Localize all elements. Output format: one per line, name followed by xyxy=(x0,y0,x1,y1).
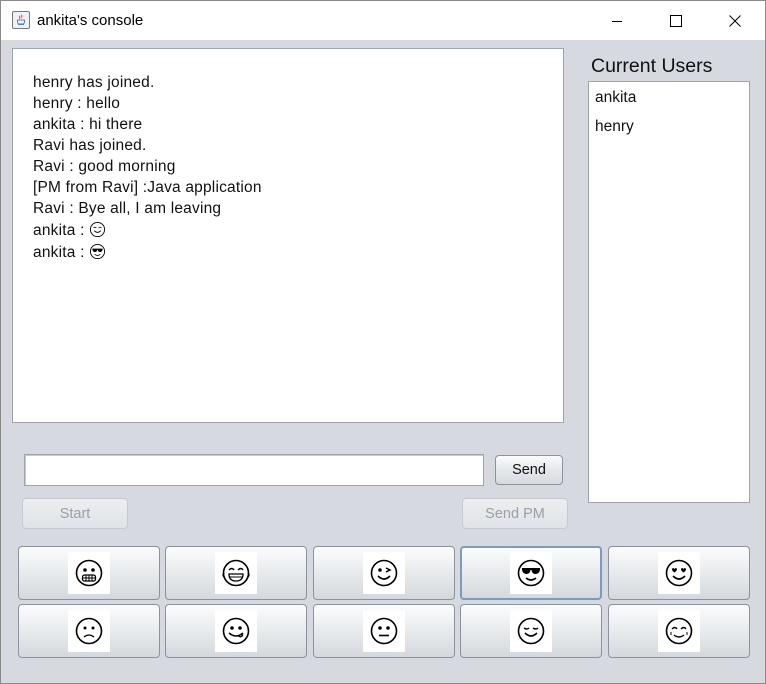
chat-line: ankita : xyxy=(33,221,106,243)
emoji-button[interactable] xyxy=(313,546,455,600)
grin-emoji-icon xyxy=(68,552,110,594)
maximize-icon xyxy=(670,14,682,27)
user-list-item[interactable]: ankita xyxy=(595,89,636,107)
sad-emoji-icon xyxy=(68,610,110,652)
chat-line: ankita : xyxy=(33,243,106,265)
current-users-label: Current Users xyxy=(591,55,713,77)
emoji-button[interactable] xyxy=(165,604,307,658)
title-bar[interactable]: ankita's console xyxy=(1,1,765,40)
emoji-button[interactable] xyxy=(608,546,750,600)
window-title: ankita's console xyxy=(37,12,144,29)
minimize-icon xyxy=(612,20,622,22)
chat-line-text: henry has joined. xyxy=(33,74,155,91)
chat-line-text: ankita : hi there xyxy=(33,116,143,133)
sunglasses-emoji-icon xyxy=(89,243,106,265)
chat-line-text: ankita : xyxy=(33,244,90,261)
send-button[interactable]: Send xyxy=(495,455,563,485)
chat-line-text: ankita : xyxy=(33,222,90,239)
chat-line-text: Ravi has joined. xyxy=(33,137,147,154)
heart-eyes-emoji-icon xyxy=(658,552,700,594)
relieved-emoji-icon xyxy=(510,610,552,652)
emoji-button[interactable] xyxy=(460,604,602,658)
close-icon xyxy=(729,14,741,27)
minimize-button[interactable] xyxy=(588,1,646,40)
users-list[interactable]: ankita henry xyxy=(588,81,750,503)
maximize-button[interactable] xyxy=(647,1,705,40)
emoji-button[interactable] xyxy=(608,604,750,658)
chat-line: [PM from Ravi] :Java application xyxy=(33,179,262,197)
chat-transcript[interactable]: henry has joined. henry : hello ankita : h… xyxy=(12,48,564,423)
smile-emoji-icon xyxy=(89,221,106,243)
happy-tears-emoji-icon xyxy=(658,610,700,652)
emoji-button[interactable] xyxy=(18,546,160,600)
chat-line-text: [PM from Ravi] :Java application xyxy=(33,179,262,196)
chat-line: henry has joined. xyxy=(33,74,154,92)
chat-window: ankita's console henry has joined. henry … xyxy=(0,0,766,684)
start-button[interactable]: Start xyxy=(22,498,128,529)
emoji-button[interactable] xyxy=(18,604,160,658)
neutral-emoji-icon xyxy=(363,610,405,652)
chat-line: henry : hello xyxy=(33,95,120,113)
chat-line-text: Ravi : good morning xyxy=(33,158,176,175)
chat-line-text: henry : hello xyxy=(33,95,121,112)
emoji-button[interactable] xyxy=(165,546,307,600)
send-pm-button[interactable]: Send PM xyxy=(462,498,568,529)
emoji-button[interactable] xyxy=(460,546,602,600)
chat-line: Ravi has joined. xyxy=(33,137,147,155)
chat-line: Ravi : good morning xyxy=(33,158,176,176)
emoji-button[interactable] xyxy=(313,604,455,658)
tongue-emoji-icon xyxy=(215,610,257,652)
laughing-emoji-icon xyxy=(215,552,257,594)
message-input[interactable] xyxy=(24,454,484,486)
chat-line: Ravi : Bye all, I am leaving xyxy=(33,200,221,218)
java-app-icon xyxy=(12,11,30,29)
chat-line: ankita : hi there xyxy=(33,116,142,134)
user-list-item[interactable]: henry xyxy=(595,118,634,136)
wink-emoji-icon xyxy=(363,552,405,594)
close-button[interactable] xyxy=(706,1,764,40)
sunglasses-emoji-icon xyxy=(510,552,552,594)
chat-line-text: Ravi : Bye all, I am leaving xyxy=(33,200,222,217)
